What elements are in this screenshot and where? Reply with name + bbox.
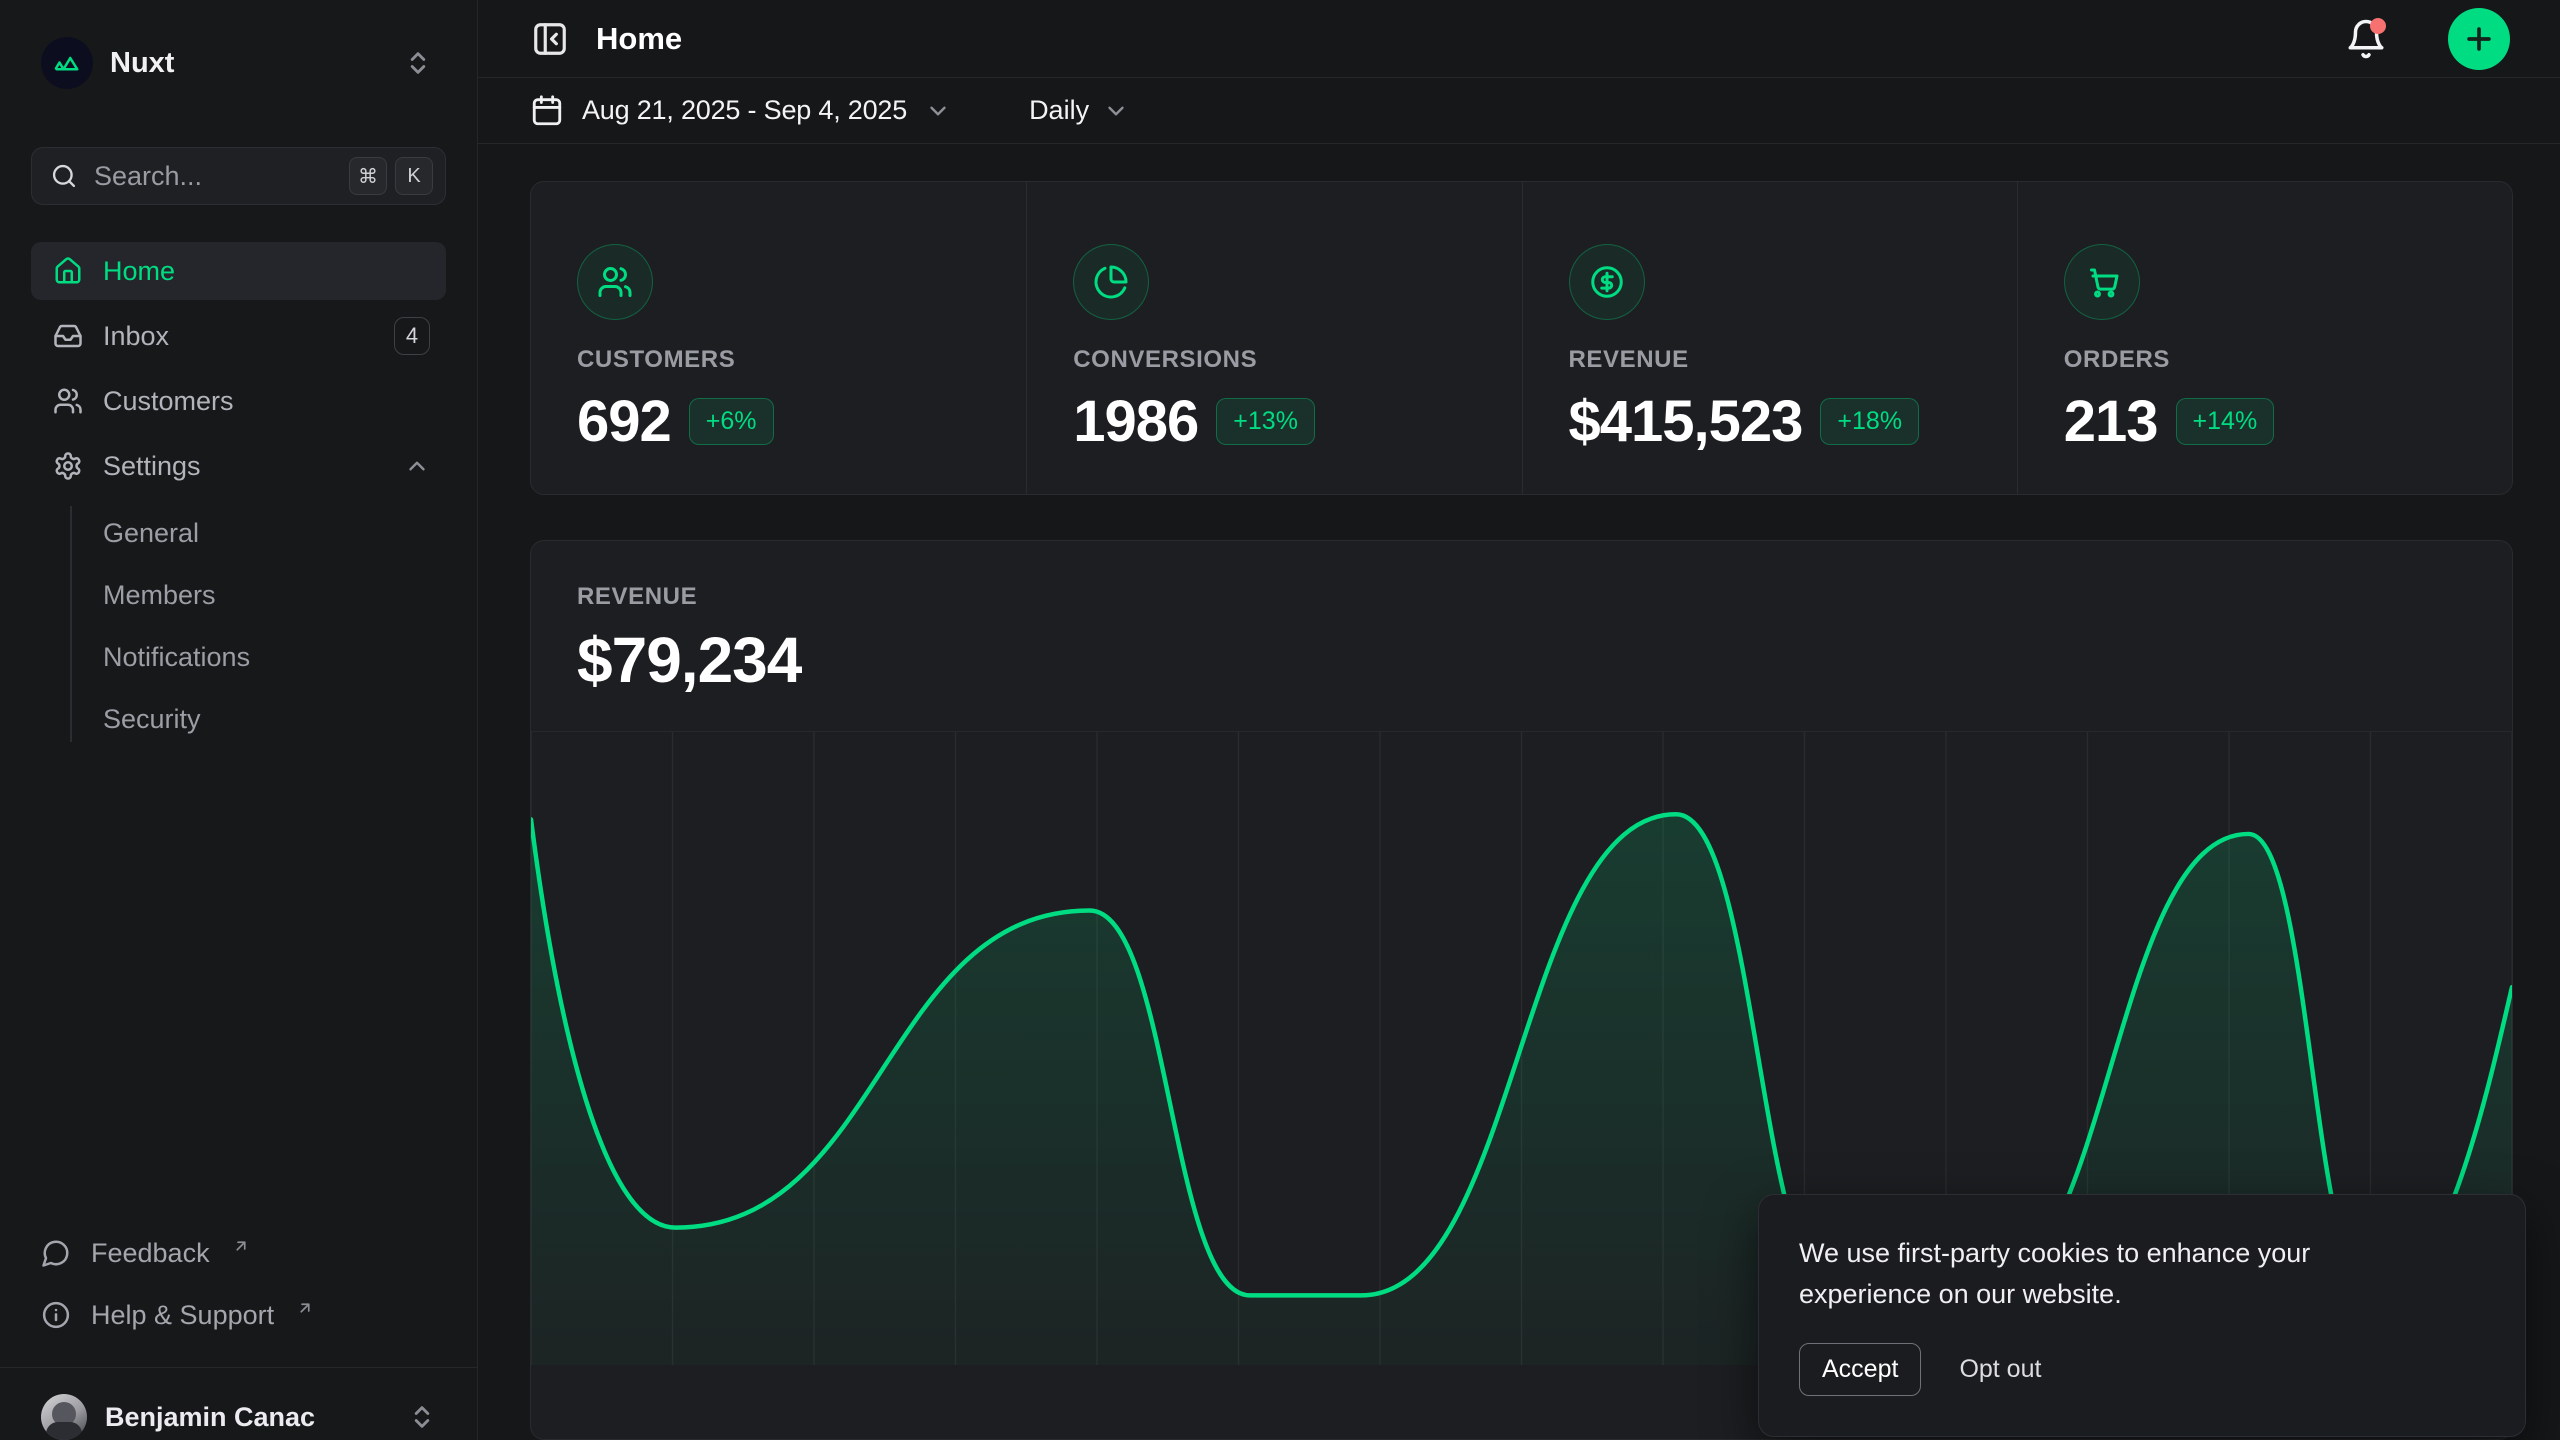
stat-label: CONVERSIONS (1073, 346, 1475, 374)
team-switcher[interactable]: Nuxt (31, 37, 446, 89)
filter-bar: Aug 21, 2025 - Sep 4, 2025 Daily (478, 78, 2560, 144)
sidebar-item-members[interactable]: Members (31, 564, 446, 626)
collapse-sidebar-button[interactable] (530, 19, 570, 59)
inbox-icon (53, 321, 83, 351)
chevron-down-icon (1103, 98, 1129, 124)
search-placeholder: Search... (94, 161, 333, 192)
nuxt-logo-icon (41, 37, 93, 89)
sidebar-item-settings[interactable]: Settings (31, 437, 446, 495)
gear-icon (53, 451, 83, 481)
sidebar-item-inbox[interactable]: Inbox 4 (31, 307, 446, 365)
inbox-count-badge: 4 (394, 317, 430, 355)
sub-item-label: Notifications (103, 642, 250, 673)
notifications-button[interactable] (2344, 17, 2388, 61)
chevron-down-icon (925, 98, 951, 124)
sidebar-nav: Home Inbox 4 Customers (31, 242, 446, 750)
shopping-cart-icon (2084, 264, 2120, 300)
calendar-icon (530, 94, 564, 128)
user-name: Benjamin Canac (105, 1402, 390, 1433)
add-button[interactable] (2448, 8, 2510, 70)
speech-bubble-icon (41, 1238, 71, 1268)
sidebar-item-notifications[interactable]: Notifications (31, 626, 446, 688)
kbd-cmd: ⌘ (349, 157, 387, 195)
external-link-icon (296, 1299, 314, 1317)
stat-label: CUSTOMERS (577, 346, 980, 374)
sub-item-label: Members (103, 580, 216, 611)
stat-label: REVENUE (1569, 346, 1971, 374)
users-icon (597, 264, 633, 300)
notification-dot (2370, 18, 2386, 34)
sidebar: Nuxt Search... ⌘ K (0, 0, 478, 1440)
chart-title: REVENUE (577, 583, 2466, 611)
brand-name: Nuxt (110, 47, 387, 80)
circle-dollar-icon (1589, 264, 1625, 300)
kbd-k: K (395, 157, 433, 195)
stat-value: $415,523 (1569, 388, 1803, 455)
cookie-message: We use first-party cookies to enhance yo… (1799, 1233, 2419, 1315)
info-circle-icon (41, 1300, 71, 1330)
page-title: Home (596, 21, 2318, 57)
sidebar-item-label: Inbox (103, 321, 169, 352)
stat-orders: ORDERS 213 +14% (2017, 182, 2512, 494)
optout-cookies-button[interactable]: Opt out (1959, 1355, 2041, 1384)
search-input[interactable]: Search... ⌘ K (31, 147, 446, 205)
stat-value: 692 (577, 388, 671, 455)
search-icon (50, 162, 78, 190)
stat-delta-badge: +18% (1820, 398, 1919, 445)
granularity-select[interactable]: Daily (1029, 95, 1129, 126)
help-support-link[interactable]: Help & Support (31, 1291, 446, 1339)
sidebar-item-home[interactable]: Home (31, 242, 446, 300)
feedback-link[interactable]: Feedback (31, 1229, 446, 1277)
granularity-value: Daily (1029, 95, 1089, 126)
chevron-up-icon (404, 453, 430, 479)
stat-delta-badge: +6% (689, 398, 774, 445)
chevrons-up-down-icon (408, 1403, 436, 1431)
user-menu[interactable]: Benjamin Canac (0, 1368, 477, 1440)
stat-delta-badge: +14% (2176, 398, 2275, 445)
stat-customers: CUSTOMERS 692 +6% (531, 182, 1026, 494)
sidebar-item-general[interactable]: General (31, 502, 446, 564)
sidebar-item-label: Settings (103, 451, 201, 482)
stat-conversions: CONVERSIONS 1986 +13% (1026, 182, 1521, 494)
stat-label: ORDERS (2064, 346, 2466, 374)
accept-cookies-button[interactable]: Accept (1799, 1343, 1921, 1396)
date-range-value: Aug 21, 2025 - Sep 4, 2025 (582, 95, 907, 126)
stat-value: 1986 (1073, 388, 1198, 455)
stats-summary-card: CUSTOMERS 692 +6% CONVERSIONS 1986 +13% (530, 181, 2513, 495)
search-kbd-hints: ⌘ K (349, 157, 433, 195)
feedback-label: Feedback (91, 1238, 210, 1269)
sidebar-item-customers[interactable]: Customers (31, 372, 446, 430)
stat-revenue: REVENUE $415,523 +18% (1522, 182, 2017, 494)
sub-item-label: General (103, 518, 199, 549)
chevrons-up-down-icon (404, 49, 432, 77)
users-icon (53, 386, 83, 416)
home-icon (53, 256, 83, 286)
sidebar-item-label: Home (103, 256, 175, 287)
cookie-banner: We use first-party cookies to enhance yo… (1758, 1194, 2526, 1437)
sidebar-item-security[interactable]: Security (31, 688, 446, 750)
help-support-label: Help & Support (91, 1300, 274, 1331)
external-link-icon (232, 1237, 250, 1255)
chart-total-value: $79,234 (577, 623, 2466, 697)
stat-value: 213 (2064, 388, 2158, 455)
topbar: Home (478, 0, 2560, 78)
user-avatar (41, 1394, 87, 1440)
plus-icon (2462, 22, 2496, 56)
stat-delta-badge: +13% (1216, 398, 1315, 445)
settings-subtree: General Members Notifications Security (31, 502, 446, 750)
sidebar-item-label: Customers (103, 386, 234, 417)
sub-item-label: Security (103, 704, 201, 735)
date-range-picker[interactable]: Aug 21, 2025 - Sep 4, 2025 (530, 94, 951, 128)
pie-chart-icon (1093, 264, 1129, 300)
